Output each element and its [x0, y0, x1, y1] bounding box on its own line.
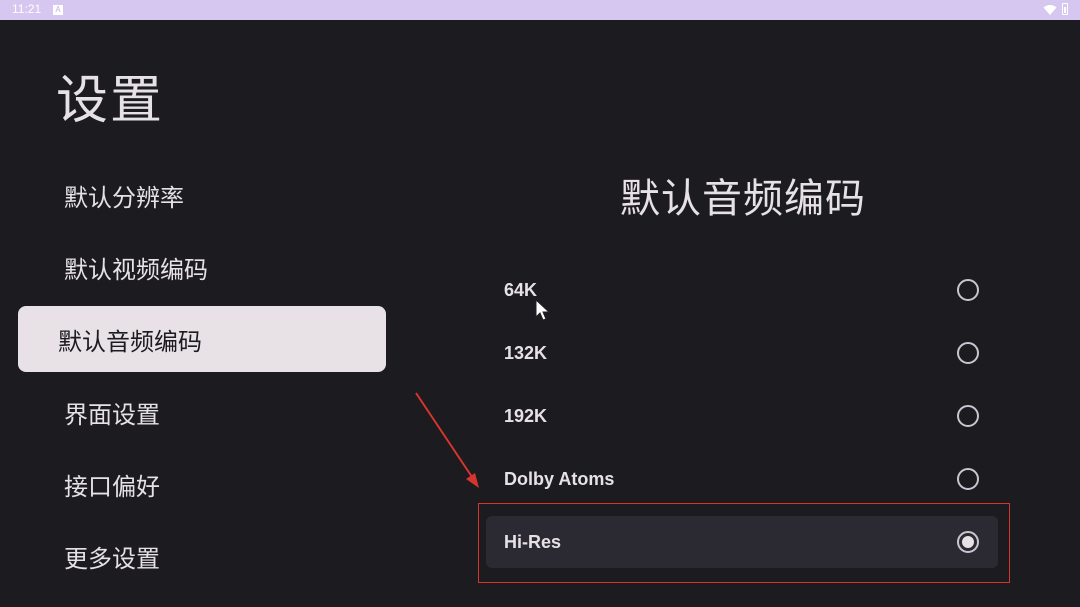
- annotation-highlight-box: [478, 503, 1010, 583]
- status-time: 11:21: [12, 2, 42, 16]
- option-label: Dolby Atoms: [504, 468, 615, 489]
- sidebar-item-default-video-codec[interactable]: 默认视频编码: [18, 234, 386, 300]
- battery-icon: [1062, 3, 1068, 15]
- sidebar-item-label: 接口偏好: [64, 472, 160, 501]
- notification-icon: A: [53, 5, 63, 15]
- sidebar-item-label: 默认分辨率: [64, 183, 184, 212]
- option-192k[interactable]: 192K: [486, 390, 998, 442]
- mouse-cursor-icon: [535, 299, 551, 321]
- panel-title: 默认音频编码: [620, 176, 866, 222]
- radio-button[interactable]: [957, 468, 979, 490]
- radio-button[interactable]: [957, 405, 979, 427]
- sidebar-item-label: 默认视频编码: [64, 255, 208, 284]
- option-label: 132K: [504, 342, 548, 363]
- page-title: 设置: [56, 71, 165, 131]
- wifi-icon: [1043, 5, 1057, 15]
- sidebar-item-label: 更多设置: [64, 544, 160, 573]
- sidebar-item-label: 默认音频编码: [58, 327, 202, 356]
- option-label: 192K: [504, 405, 548, 426]
- sidebar-item-interface-settings[interactable]: 界面设置: [18, 379, 386, 445]
- status-bar: 11:21 A: [0, 0, 1080, 20]
- sidebar-item-label: 界面设置: [64, 400, 160, 429]
- option-64k[interactable]: 64K: [486, 264, 998, 316]
- option-dolby-atoms[interactable]: Dolby Atoms: [486, 453, 998, 505]
- option-132k[interactable]: 132K: [486, 327, 998, 379]
- sidebar-item-default-audio-codec[interactable]: 默认音频编码: [18, 306, 386, 372]
- option-label: 64K: [504, 279, 538, 300]
- sidebar-item-default-resolution[interactable]: 默认分辨率: [18, 162, 386, 228]
- radio-button[interactable]: [957, 342, 979, 364]
- sidebar-item-interface-preference[interactable]: 接口偏好: [18, 451, 386, 517]
- sidebar-item-more-settings[interactable]: 更多设置: [18, 523, 386, 589]
- radio-button[interactable]: [957, 279, 979, 301]
